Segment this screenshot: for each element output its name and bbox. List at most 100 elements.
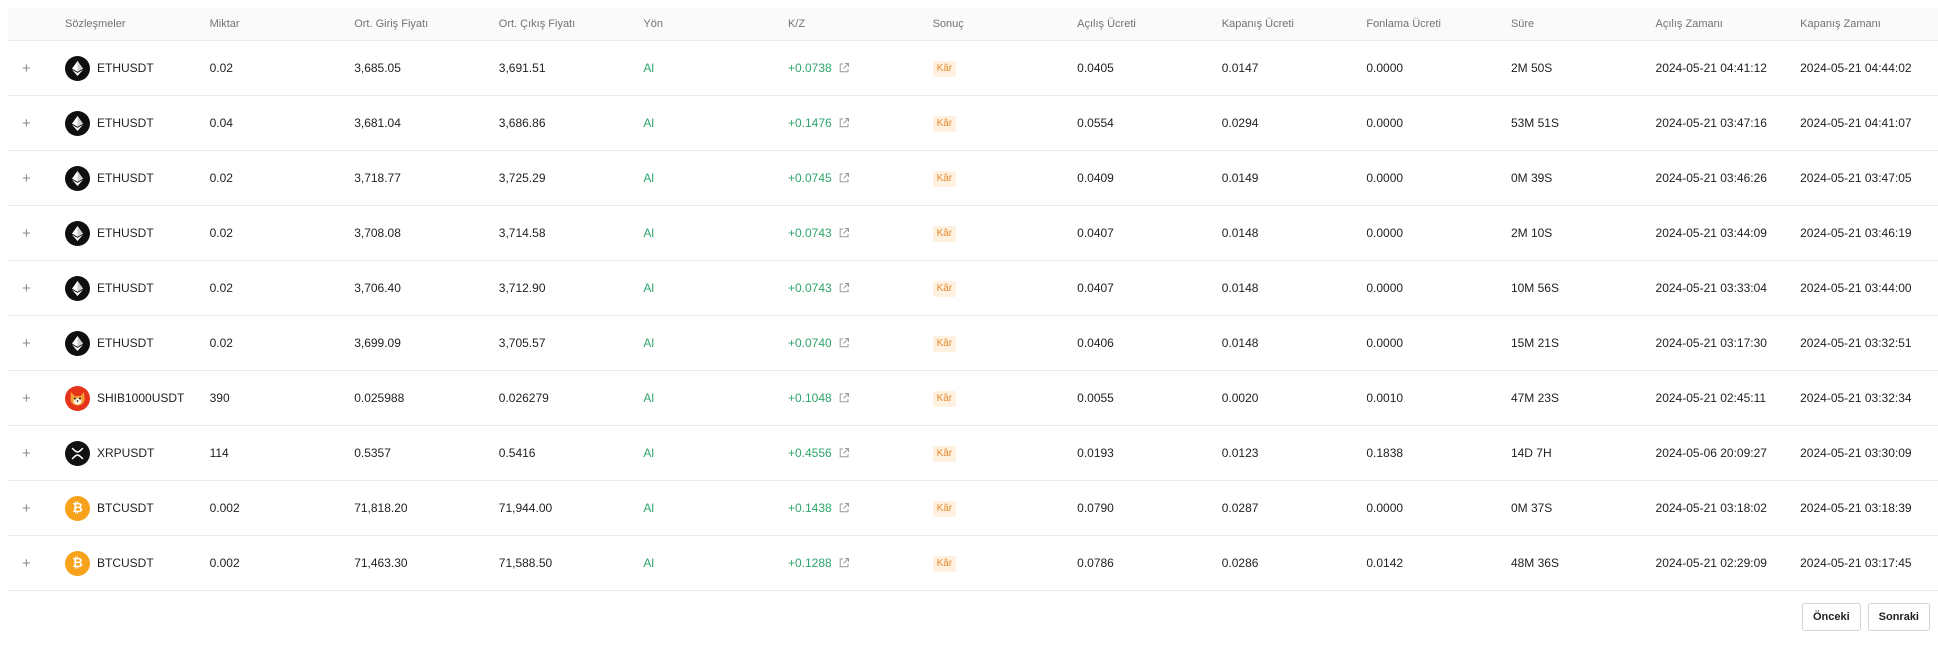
expand-cell: +	[8, 40, 58, 96]
entry-price-cell: 71,463.30	[347, 535, 492, 591]
close-time-cell: 2024-05-21 03:32:34	[1793, 370, 1938, 426]
quantity-cell: 0.02	[202, 260, 348, 316]
close-time-cell: 2024-05-21 03:32:51	[1793, 315, 1938, 371]
closing-fee-cell: 0.0148	[1214, 205, 1360, 261]
quantity-cell: 114	[202, 425, 348, 481]
pnl-value: +0.0743	[787, 226, 832, 240]
external-link-icon[interactable]	[838, 502, 850, 514]
quantity-cell: 0.02	[202, 150, 348, 206]
expand-plus-icon[interactable]: +	[22, 391, 31, 406]
ethereum-icon	[65, 165, 90, 191]
external-link-icon[interactable]	[838, 117, 850, 129]
table-row[interactable]: + ETHUSDT 0.02 3,699.09 3,705.57 Al +0.0…	[8, 315, 1938, 371]
column-header: Sonuç	[925, 8, 1071, 41]
expand-plus-icon[interactable]: +	[22, 501, 31, 516]
table-row[interactable]: + ETHUSDT 0.04 3,681.04 3,686.86 Al +0.1…	[8, 95, 1938, 151]
opening-fee-cell: 0.0406	[1070, 315, 1215, 371]
xrp-icon	[65, 440, 90, 466]
table-row[interactable]: + ₿ BTCUSDT 0.002 71,818.20 71,944.00 Al…	[8, 480, 1938, 536]
result-cell: Kâr	[925, 95, 1071, 151]
expand-plus-icon[interactable]: +	[22, 446, 31, 461]
expand-cell: +	[8, 315, 58, 371]
pnl-cell: +0.0740	[780, 315, 926, 371]
expand-plus-icon[interactable]: +	[22, 226, 31, 241]
ethereum-icon	[65, 110, 90, 136]
ethereum-icon	[65, 330, 90, 356]
duration-cell: 2M 10S	[1503, 205, 1649, 261]
closing-fee-cell: 0.0148	[1214, 315, 1360, 371]
expand-plus-icon[interactable]: +	[22, 336, 31, 351]
opening-fee-cell: 0.0786	[1070, 535, 1215, 591]
external-link-icon[interactable]	[838, 337, 850, 349]
expand-plus-icon[interactable]: +	[22, 61, 31, 76]
side-cell: Al	[636, 150, 781, 206]
symbol-cell: ETHUSDT	[58, 40, 203, 96]
column-header: K/Z	[780, 8, 926, 41]
exit-price-cell: 3,686.86	[491, 95, 637, 151]
symbol-cell: ETHUSDT	[58, 95, 203, 151]
next-page-button[interactable]: Sonraki	[1867, 603, 1930, 631]
opening-fee-cell: 0.0407	[1070, 260, 1215, 316]
pnl-cell: +0.1288	[780, 535, 926, 591]
column-header: Sözleşmeler	[58, 8, 203, 41]
result-cell: Kâr	[925, 425, 1071, 481]
column-header: Miktar	[202, 8, 348, 41]
result-cell: Kâr	[925, 370, 1071, 426]
expand-plus-icon[interactable]: +	[22, 556, 31, 571]
expand-cell: +	[8, 425, 58, 481]
table-row[interactable]: + ETHUSDT 0.02 3,718.77 3,725.29 Al +0.0…	[8, 150, 1938, 206]
column-header: Ort. Giriş Fiyatı	[347, 8, 492, 41]
external-link-icon[interactable]	[838, 557, 850, 569]
table-row[interactable]: + ETHUSDT 0.02 3,706.40 3,712.90 Al +0.0…	[8, 260, 1938, 316]
quantity-cell: 390	[202, 370, 348, 426]
expand-plus-icon[interactable]: +	[22, 171, 31, 186]
table-row[interactable]: + SHIB1000USDT 390 0.025988 0.026279 Al …	[8, 370, 1938, 426]
exit-price-cell: 71,588.50	[491, 535, 637, 591]
table-row[interactable]: + XRPUSDT 114 0.5357 0.5416 Al +0.4556 K…	[8, 425, 1938, 481]
external-link-icon[interactable]	[838, 282, 850, 294]
expand-plus-icon[interactable]: +	[22, 116, 31, 131]
opening-fee-cell: 0.0055	[1070, 370, 1215, 426]
symbol-label: ETHUSDT	[97, 116, 154, 130]
column-header: Yön	[636, 8, 781, 41]
result-cell: Kâr	[925, 315, 1071, 371]
closing-fee-cell: 0.0148	[1214, 260, 1360, 316]
ethereum-icon	[65, 275, 90, 301]
funding-fee-cell: 0.0000	[1359, 260, 1504, 316]
side-cell: Al	[636, 370, 781, 426]
open-time-cell: 2024-05-21 03:44:09	[1648, 205, 1794, 261]
open-time-cell: 2024-05-21 03:46:26	[1648, 150, 1794, 206]
quantity-cell: 0.02	[202, 205, 348, 261]
opening-fee-cell: 0.0790	[1070, 480, 1215, 536]
close-time-cell: 2024-05-21 04:44:02	[1793, 40, 1938, 96]
closing-fee-cell: 0.0294	[1214, 95, 1360, 151]
pnl-value: +0.0743	[787, 281, 832, 295]
exit-price-cell: 3,691.51	[491, 40, 637, 96]
symbol-cell: ETHUSDT	[58, 315, 203, 371]
previous-page-button[interactable]: Önceki	[1801, 603, 1861, 631]
external-link-icon[interactable]	[838, 227, 850, 239]
external-link-icon[interactable]	[838, 392, 850, 404]
table-row[interactable]: + ETHUSDT 0.02 3,685.05 3,691.51 Al +0.0…	[8, 40, 1938, 96]
expand-plus-icon[interactable]: +	[22, 281, 31, 296]
quantity-cell: 0.002	[202, 535, 348, 591]
external-link-icon[interactable]	[838, 447, 850, 459]
expand-cell: +	[8, 260, 58, 316]
symbol-label: ETHUSDT	[97, 226, 154, 240]
table-row[interactable]: + ETHUSDT 0.02 3,708.08 3,714.58 Al +0.0…	[8, 205, 1938, 261]
funding-fee-cell: 0.0000	[1359, 150, 1504, 206]
exit-price-cell: 0.5416	[491, 425, 637, 481]
expand-cell: +	[8, 150, 58, 206]
close-time-cell: 2024-05-21 03:17:45	[1793, 535, 1938, 591]
symbol-cell: SHIB1000USDT	[58, 370, 203, 426]
expand-column-header	[8, 8, 58, 41]
external-link-icon[interactable]	[838, 172, 850, 184]
side-cell: Al	[636, 260, 781, 316]
duration-cell: 14D 7H	[1503, 425, 1649, 481]
exit-price-cell: 3,714.58	[491, 205, 637, 261]
exit-price-cell: 0.026279	[491, 370, 637, 426]
table-row[interactable]: + ₿ BTCUSDT 0.002 71,463.30 71,588.50 Al…	[8, 535, 1938, 591]
funding-fee-cell: 0.0000	[1359, 95, 1504, 151]
external-link-icon[interactable]	[838, 62, 850, 74]
pagination: Önceki Sonraki	[1801, 603, 1930, 631]
